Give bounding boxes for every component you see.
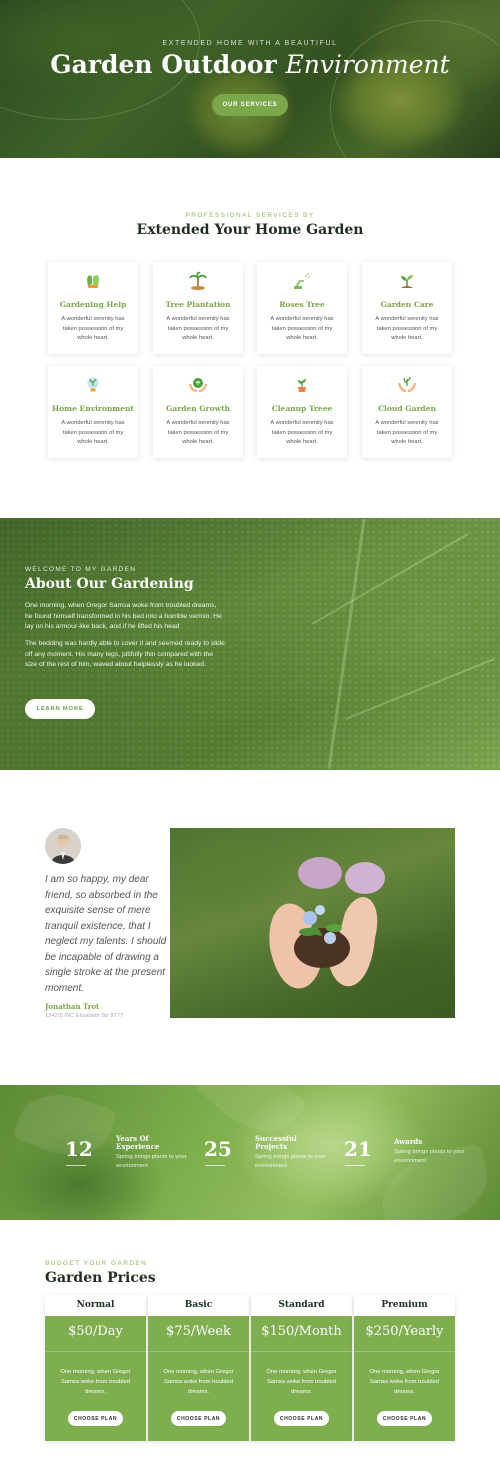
person-avatar-image <box>45 828 81 864</box>
avatar <box>45 828 81 864</box>
price-card: Premium $250/Yearly One morning, when Gr… <box>354 1295 455 1441</box>
plan-name: Standard <box>251 1295 352 1316</box>
service-desc: A wonderful serenity has taken possessio… <box>270 420 334 445</box>
sprout-icon <box>401 275 413 288</box>
divider <box>45 1351 146 1352</box>
hands-plant-icon <box>397 376 417 393</box>
stat-divider <box>205 1165 225 1166</box>
hero-overlay <box>0 0 500 158</box>
stat-divider <box>66 1165 86 1166</box>
stat-label: Years Of Experience <box>116 1135 159 1151</box>
testimonial-name: Jonathan Trot <box>45 1002 100 1011</box>
stat-number: 12 <box>65 1137 93 1161</box>
palm-tree-icon <box>189 271 207 290</box>
about-subtitle: Welcome To My Garden <box>25 566 137 573</box>
services-title: Extended Your Home Garden <box>136 222 364 238</box>
service-card[interactable]: Tree Plantation A wonderful serenity has… <box>153 262 243 354</box>
choose-plan-button[interactable]: Choose Plan <box>274 1411 329 1426</box>
service-desc: A wonderful serenity has taken possessio… <box>61 316 125 341</box>
plan-desc: One morning, when Gregor Samsa woke from… <box>266 1369 337 1395</box>
stat-divider <box>345 1165 365 1166</box>
service-desc: A wonderful serenity has taken possessio… <box>375 316 439 341</box>
learn-more-button[interactable]: Learn More <box>25 699 95 719</box>
divider <box>148 1351 249 1352</box>
prices-title: Garden Prices <box>45 1270 156 1286</box>
choose-plan-button[interactable]: Choose Plan <box>377 1411 432 1426</box>
hero-title: Garden Outdoor Environment <box>0 50 500 79</box>
stat-desc: Spring brings plants to your environment <box>116 1154 187 1169</box>
hero-title-italic: Environment <box>285 50 450 79</box>
testimonial-address: 1342/5 INC Elizabeth Str 8777 <box>45 1013 124 1019</box>
watering-can-icon <box>294 273 310 289</box>
service-desc: A wonderful serenity has taken possessio… <box>61 420 125 445</box>
service-title: Tree Plantation <box>165 300 231 309</box>
stat-number: 21 <box>344 1137 372 1161</box>
service-card[interactable]: Garden Care A wonderful serenity has tak… <box>362 262 452 354</box>
plan-price: $50/Day <box>68 1324 123 1339</box>
service-title: Home Environment <box>52 404 134 413</box>
service-title: Garden Care <box>380 300 434 309</box>
hero-subtitle: Extended Home With A Beautiful <box>162 40 338 47</box>
plan-price: $150/Month <box>261 1324 342 1339</box>
price-card: Standard $150/Month One morning, when Gr… <box>251 1295 352 1441</box>
service-desc: A wonderful serenity has taken possessio… <box>166 316 230 341</box>
divider <box>251 1351 352 1352</box>
plan-name: Normal <box>45 1295 146 1316</box>
stat-label: Awards <box>394 1138 422 1146</box>
photo-illustration <box>269 857 385 989</box>
service-card[interactable]: Cloud Garden A wonderful serenity has ta… <box>362 366 452 458</box>
price-card: Basic $75/Week One morning, when Gregor … <box>148 1295 249 1441</box>
testimonial-quote: I am so happy, my dear friend, so absorb… <box>45 874 167 994</box>
hands-holding-plant-photo <box>170 828 455 1018</box>
our-services-button[interactable]: Our Services <box>212 94 288 116</box>
plan-price: $250/Yearly <box>365 1324 444 1339</box>
prices-subtitle: Budget Your Garden <box>45 1260 148 1267</box>
about-paragraph: The bedding was hardly able to cover it … <box>25 640 225 668</box>
gloves-icon <box>87 275 99 288</box>
service-desc: A wonderful serenity has taken possessio… <box>166 420 230 445</box>
about-paragraph: One morning, when Gregor Samsa woke from… <box>25 602 222 630</box>
services-subtitle: Professional Services By <box>185 212 315 219</box>
hero-title-main: Garden Outdoor <box>50 50 277 79</box>
service-card[interactable]: Gardening Help A wonderful serenity has … <box>48 262 138 354</box>
stat-desc: Spring brings plants to your environment <box>394 1149 465 1164</box>
stat-number: 25 <box>204 1137 232 1161</box>
plan-price: $75/Week <box>166 1324 231 1339</box>
stat-label-line: Projects <box>255 1142 288 1151</box>
plan-desc: One morning, when Gregor Samsa woke from… <box>60 1369 131 1395</box>
service-desc: A wonderful serenity has taken possessio… <box>375 420 439 445</box>
stat-label-line: Experience <box>116 1142 160 1151</box>
hands-globe-icon <box>188 378 208 393</box>
service-card[interactable]: Roses Tree A wonderful serenity has take… <box>257 262 347 354</box>
plan-desc: One morning, when Gregor Samsa woke from… <box>369 1369 440 1395</box>
stat-desc: Spring brings plants to your environment <box>255 1154 326 1169</box>
stat-label-line: Awards <box>394 1137 423 1146</box>
service-title: Cloud Garden <box>378 404 436 413</box>
service-card[interactable]: Home Environment A wonderful serenity ha… <box>48 366 138 458</box>
price-card: Normal $50/Day One morning, when Gregor … <box>45 1295 146 1441</box>
potted-plant-icon <box>298 379 306 392</box>
choose-plan-button[interactable]: Choose Plan <box>68 1411 123 1426</box>
choose-plan-button[interactable]: Choose Plan <box>171 1411 226 1426</box>
plan-desc: One morning, when Gregor Samsa woke from… <box>163 1369 234 1395</box>
service-card[interactable]: Garden Growth A wonderful serenity has t… <box>153 366 243 458</box>
stat-label: Successful Projects <box>255 1135 297 1151</box>
hero-section: Extended Home With A Beautiful Garden Ou… <box>0 0 500 158</box>
service-card[interactable]: Cleanup Treee A wonderful serenity has t… <box>257 366 347 458</box>
bulb-plant-icon <box>87 377 99 392</box>
service-desc: A wonderful serenity has taken possessio… <box>270 316 334 341</box>
service-title: Roses Tree <box>279 300 325 309</box>
plan-name: Basic <box>148 1295 249 1316</box>
about-title: About Our Gardening <box>25 576 194 592</box>
about-section: Welcome To My Garden About Our Gardening… <box>0 518 500 770</box>
divider <box>354 1351 455 1352</box>
plan-name: Premium <box>354 1295 455 1316</box>
service-title: Garden Growth <box>165 404 231 413</box>
service-title: Cleanup Treee <box>271 404 333 413</box>
service-title: Gardening Help <box>59 300 127 309</box>
